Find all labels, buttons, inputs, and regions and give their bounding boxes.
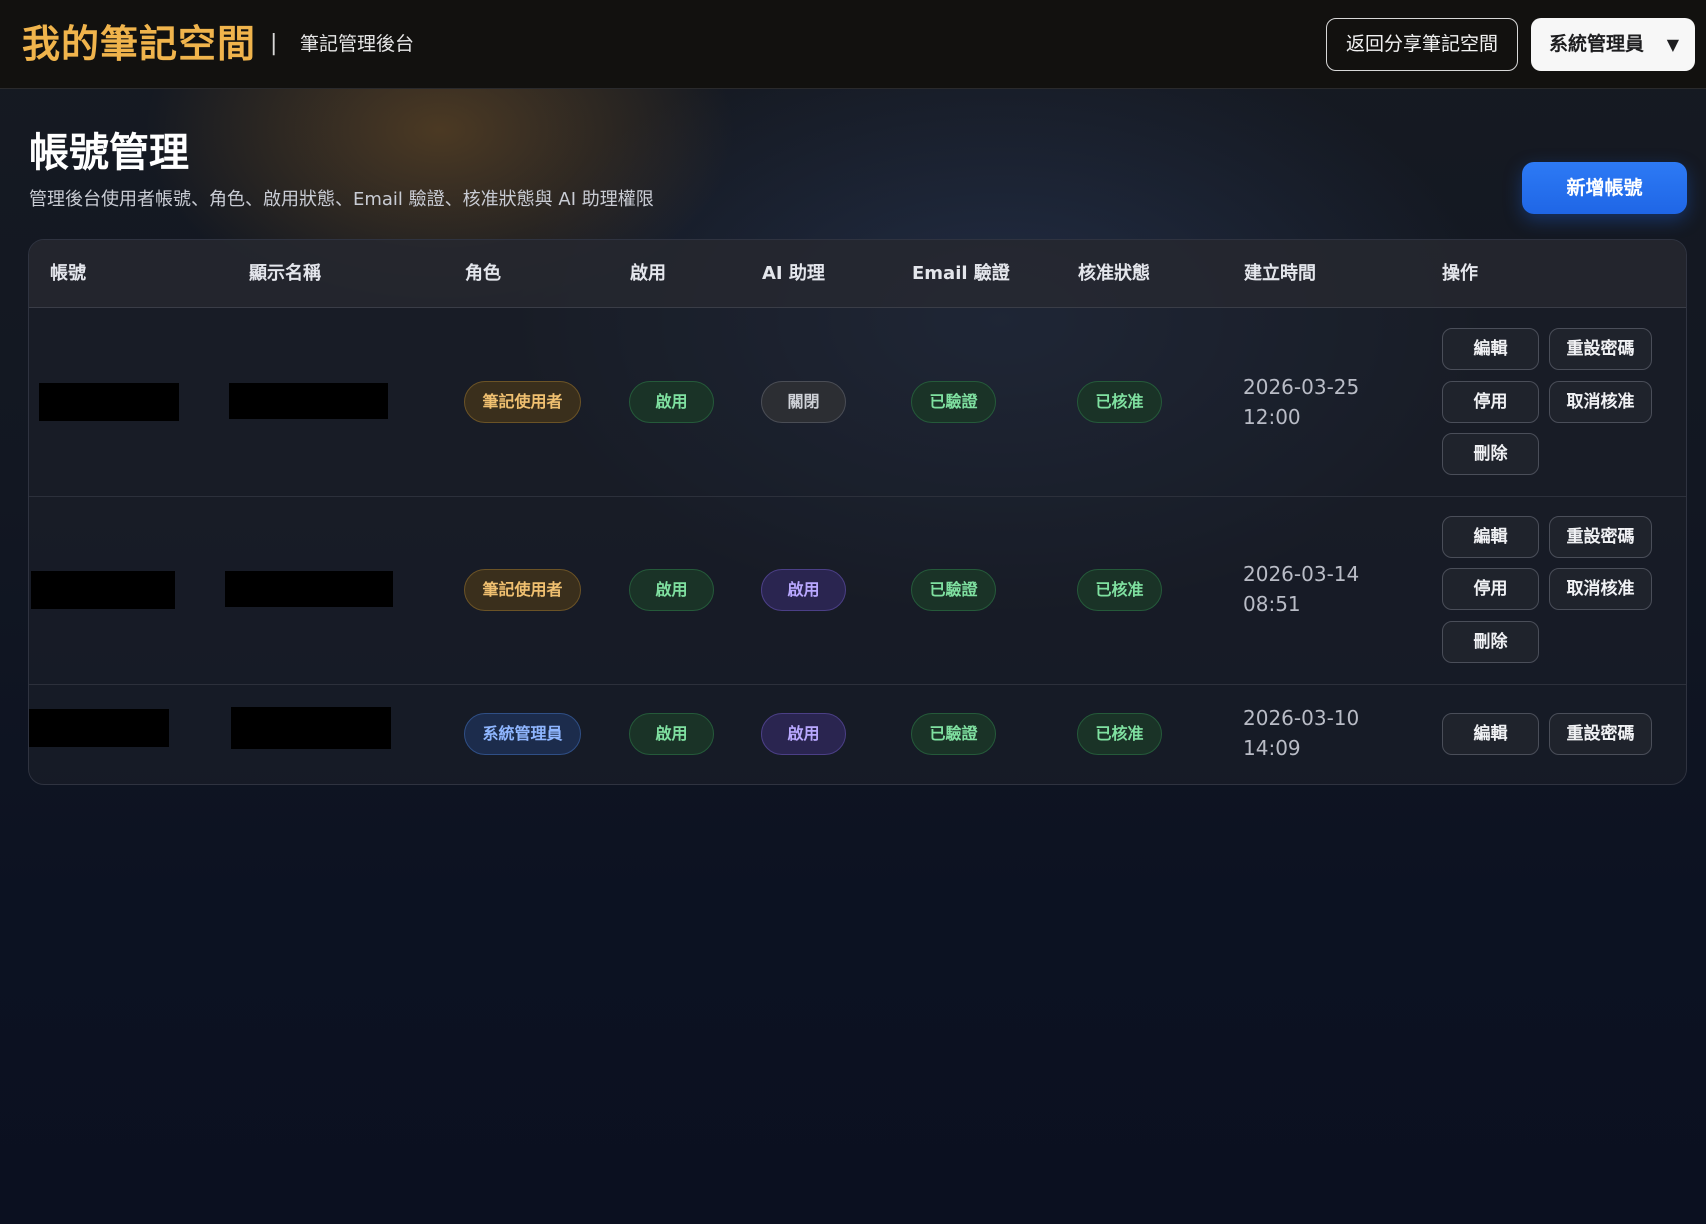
edit-button[interactable]: 編輯 bbox=[1442, 713, 1539, 755]
chevron-down-icon: ▼ bbox=[1666, 35, 1679, 54]
email-verified-badge: 已驗證 bbox=[911, 569, 996, 611]
approval-badge: 已核准 bbox=[1077, 713, 1162, 755]
brand-title[interactable]: 我的筆記空間 bbox=[22, 20, 256, 68]
column-header-created-at: 建立時間 bbox=[1244, 263, 1316, 284]
created-time: 12:00 bbox=[1243, 405, 1301, 429]
column-header-role: 角色 bbox=[465, 263, 501, 284]
ai-assistant-badge: 關閉 bbox=[761, 381, 846, 423]
delete-button[interactable]: 刪除 bbox=[1442, 433, 1539, 475]
redacted-display-name bbox=[225, 571, 393, 607]
accounts-table: 帳號 顯示名稱 角色 啟用 AI 助理 Email 驗證 核准狀態 建立時間 操… bbox=[28, 239, 1687, 785]
ai-assistant-badge: 啟用 bbox=[761, 569, 846, 611]
role-badge: 筆記使用者 bbox=[464, 381, 581, 423]
column-header-approval-status: 核准狀態 bbox=[1078, 263, 1150, 284]
revoke-approval-button[interactable]: 取消核准 bbox=[1549, 568, 1652, 610]
email-verified-badge: 已驗證 bbox=[911, 713, 996, 755]
role-badge: 系統管理員 bbox=[464, 713, 581, 755]
edit-button[interactable]: 編輯 bbox=[1442, 516, 1539, 558]
disable-button[interactable]: 停用 bbox=[1442, 568, 1539, 610]
delete-button[interactable]: 刪除 bbox=[1442, 621, 1539, 663]
reset-password-button[interactable]: 重設密碼 bbox=[1549, 328, 1652, 370]
redacted-display-name bbox=[229, 383, 388, 419]
enabled-badge: 啟用 bbox=[629, 713, 714, 755]
table-header: 帳號 顯示名稱 角色 啟用 AI 助理 Email 驗證 核准狀態 建立時間 操… bbox=[29, 240, 1686, 308]
top-bar: 我的筆記空間 | 筆記管理後台 返回分享筆記空間 系統管理員 ▼ bbox=[0, 0, 1706, 89]
reset-password-button[interactable]: 重設密碼 bbox=[1549, 516, 1652, 558]
created-time: 14:09 bbox=[1243, 736, 1301, 760]
disable-button[interactable]: 停用 bbox=[1442, 381, 1539, 423]
redacted-display-name bbox=[231, 707, 391, 749]
created-date: 2026-03-14 bbox=[1243, 562, 1360, 586]
column-header-ai-assistant: AI 助理 bbox=[762, 263, 825, 284]
column-header-account: 帳號 bbox=[50, 263, 86, 284]
enabled-badge: 啟用 bbox=[629, 381, 714, 423]
brand-separator: | bbox=[270, 31, 278, 56]
created-time: 08:51 bbox=[1243, 592, 1301, 616]
user-menu-button[interactable]: 系統管理員 ▼ bbox=[1531, 18, 1695, 71]
redacted-account bbox=[31, 571, 175, 609]
column-header-email-verification: Email 驗證 bbox=[912, 263, 1010, 284]
column-header-actions: 操作 bbox=[1442, 263, 1478, 284]
user-menu-label: 系統管理員 bbox=[1549, 33, 1645, 55]
created-date: 2026-03-10 bbox=[1243, 706, 1360, 730]
revoke-approval-button[interactable]: 取消核准 bbox=[1549, 381, 1652, 423]
admin-subtitle: 筆記管理後台 bbox=[300, 33, 415, 55]
column-header-display-name: 顯示名稱 bbox=[249, 263, 321, 284]
approval-badge: 已核准 bbox=[1077, 381, 1162, 423]
table-row: 系統管理員 啟用 啟用 已驗證 已核准 2026-03-10 14:09 編輯 … bbox=[29, 685, 1686, 784]
created-date: 2026-03-25 bbox=[1243, 375, 1360, 399]
redacted-account bbox=[39, 383, 179, 421]
table-row: 筆記使用者 啟用 關閉 已驗證 已核准 2026-03-25 12:00 編輯 … bbox=[29, 308, 1686, 497]
page-description: 管理後台使用者帳號、角色、啟用狀態、Email 驗證、核准狀態與 AI 助理權限 bbox=[29, 189, 654, 210]
table-row: 筆記使用者 啟用 啟用 已驗證 已核准 2026-03-14 08:51 編輯 … bbox=[29, 497, 1686, 685]
edit-button[interactable]: 編輯 bbox=[1442, 328, 1539, 370]
ai-assistant-badge: 啟用 bbox=[761, 713, 846, 755]
redacted-account bbox=[29, 709, 169, 747]
role-badge: 筆記使用者 bbox=[464, 569, 581, 611]
enabled-badge: 啟用 bbox=[629, 569, 714, 611]
add-account-button[interactable]: 新增帳號 bbox=[1522, 162, 1687, 214]
back-to-shared-notes-button[interactable]: 返回分享筆記空間 bbox=[1326, 18, 1518, 71]
column-header-enabled: 啟用 bbox=[630, 263, 666, 284]
email-verified-badge: 已驗證 bbox=[911, 381, 996, 423]
reset-password-button[interactable]: 重設密碼 bbox=[1549, 713, 1652, 755]
approval-badge: 已核准 bbox=[1077, 569, 1162, 611]
page-title: 帳號管理 bbox=[29, 130, 189, 176]
